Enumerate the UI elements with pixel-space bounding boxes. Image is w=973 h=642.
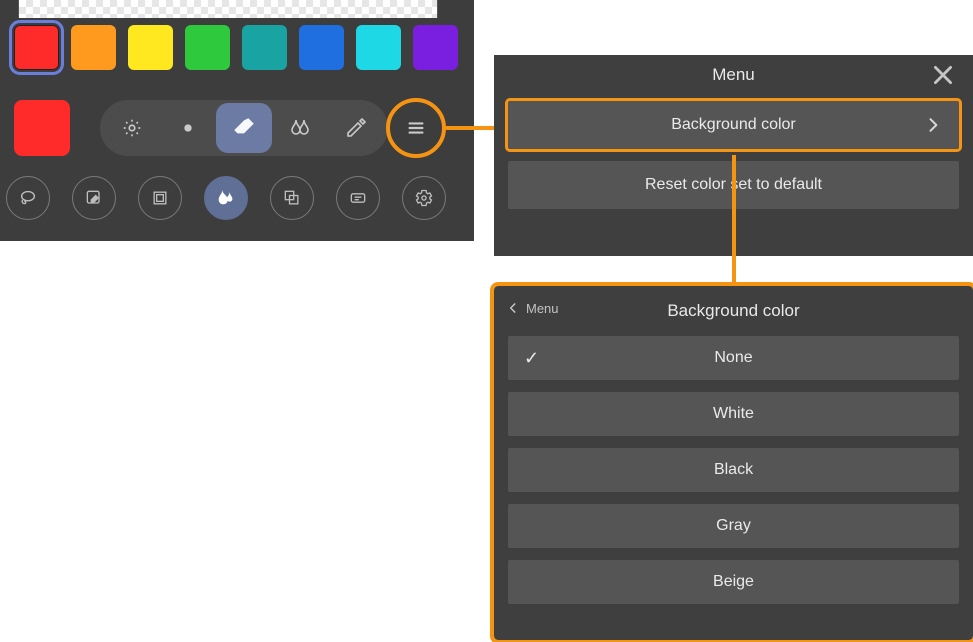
- transparent-canvas-edge: [18, 0, 438, 18]
- edit-tool-icon[interactable]: [72, 176, 116, 220]
- color-swatch-green[interactable]: [185, 25, 230, 70]
- check-icon: ✓: [524, 348, 539, 369]
- tool-row: [14, 100, 388, 156]
- close-button[interactable]: [927, 59, 959, 91]
- bg-option-label: None: [714, 349, 752, 367]
- bg-panel-title: Background color: [667, 301, 799, 321]
- background-color-panel: Menu Background color ✓ None White Black…: [494, 286, 973, 640]
- dot-tool-icon[interactable]: [160, 103, 216, 153]
- brightness-tool-icon[interactable]: [104, 103, 160, 153]
- color-swatch-teal[interactable]: [242, 25, 287, 70]
- menu-title-bar: Menu: [494, 55, 973, 95]
- color-swatch-orange[interactable]: [71, 25, 116, 70]
- menu-item-label: Background color: [671, 116, 796, 134]
- menu-button[interactable]: [386, 98, 446, 158]
- blur-tool-icon[interactable]: [272, 103, 328, 153]
- current-color-swatch[interactable]: [14, 100, 70, 156]
- color-swatch-yellow[interactable]: [128, 25, 173, 70]
- menu-item-background-color[interactable]: Background color: [508, 101, 959, 149]
- bg-option-label: White: [713, 405, 754, 423]
- back-label: Menu: [526, 301, 559, 316]
- bg-option-list: ✓ None White Black Gray Beige: [494, 336, 973, 604]
- eyedropper-tool-icon[interactable]: [328, 103, 384, 153]
- color-swatch-cyan[interactable]: [356, 25, 401, 70]
- smudge-tool-icon[interactable]: [204, 176, 248, 220]
- color-swatch-blue[interactable]: [299, 25, 344, 70]
- tool-palette-panel: [0, 0, 474, 241]
- bg-option-gray[interactable]: Gray: [508, 504, 959, 548]
- back-button[interactable]: Menu: [506, 298, 559, 318]
- color-swatch-row: [14, 25, 458, 70]
- tool-pill: [100, 100, 388, 156]
- bg-option-label: Beige: [713, 573, 754, 591]
- eraser-tool-icon[interactable]: [216, 103, 272, 153]
- bg-option-white[interactable]: White: [508, 392, 959, 436]
- color-swatch-red[interactable]: [14, 25, 59, 70]
- bg-option-label: Black: [714, 461, 753, 479]
- chevron-right-icon: [923, 113, 943, 137]
- settings-tool-icon[interactable]: [402, 176, 446, 220]
- layers-tool-icon[interactable]: [270, 176, 314, 220]
- annotation-connector-vertical: [732, 155, 736, 288]
- bg-option-label: Gray: [716, 517, 751, 535]
- text-tool-icon[interactable]: [336, 176, 380, 220]
- frame-tool-icon[interactable]: [138, 176, 182, 220]
- bg-option-black[interactable]: Black: [508, 448, 959, 492]
- lasso-tool-icon[interactable]: [6, 176, 50, 220]
- bg-option-beige[interactable]: Beige: [508, 560, 959, 604]
- bg-panel-title-bar: Menu Background color: [494, 286, 973, 336]
- color-swatch-purple[interactable]: [413, 25, 458, 70]
- menu-title: Menu: [712, 65, 755, 85]
- bg-option-none[interactable]: ✓ None: [508, 336, 959, 380]
- bottom-tool-row: [6, 176, 446, 220]
